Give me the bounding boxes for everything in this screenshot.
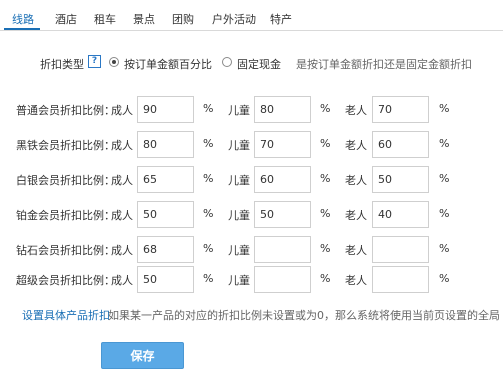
child-label: 儿童 [228, 174, 250, 187]
percent-sign: % [320, 172, 331, 185]
black-iron-child-input[interactable] [254, 131, 311, 158]
row-label-silver: 白银会员折扣比例： [16, 174, 115, 187]
adult-label: 成人 [111, 139, 133, 152]
radio-fixed-cash-label[interactable]: 固定现金 [237, 56, 281, 72]
percent-sign: % [203, 172, 214, 185]
adult-label: 成人 [111, 274, 133, 287]
child-label: 儿童 [228, 244, 250, 257]
percent-sign: % [439, 242, 450, 255]
percent-sign: % [320, 272, 331, 285]
percent-sign: % [439, 207, 450, 220]
platinum-senior-input[interactable] [372, 201, 429, 228]
row-label-black-iron: 黑铁会员折扣比例： [16, 139, 115, 152]
row-label-regular: 普通会员折扣比例： [16, 104, 115, 117]
tab-route[interactable]: 线路 [12, 11, 34, 27]
percent-sign: % [439, 137, 450, 150]
percent-sign: % [439, 102, 450, 115]
percent-sign: % [439, 272, 450, 285]
adult-label: 成人 [111, 104, 133, 117]
super-adult-input[interactable] [137, 266, 194, 293]
radio-fixed-cash[interactable] [222, 57, 232, 67]
percent-sign: % [320, 137, 331, 150]
child-label: 儿童 [228, 209, 250, 222]
adult-label: 成人 [111, 209, 133, 222]
black-iron-adult-input[interactable] [137, 131, 194, 158]
black-iron-senior-input[interactable] [372, 131, 429, 158]
adult-label: 成人 [111, 174, 133, 187]
tab-scenic-spot[interactable]: 景点 [133, 11, 155, 27]
tab-hotel[interactable]: 酒店 [55, 11, 77, 27]
child-label: 儿童 [228, 274, 250, 287]
percent-sign: % [203, 242, 214, 255]
tab-group-buy[interactable]: 团购 [172, 11, 194, 27]
tab-specialty[interactable]: 特产 [270, 11, 292, 27]
percent-sign: % [203, 137, 214, 150]
discount-type-hint: 是按订单金额折扣还是固定金额折扣 [296, 58, 472, 71]
regular-senior-input[interactable] [372, 96, 429, 123]
senior-label: 老人 [345, 139, 367, 152]
senior-label: 老人 [345, 104, 367, 117]
percent-sign: % [203, 207, 214, 220]
silver-adult-input[interactable] [137, 166, 194, 193]
save-button[interactable]: 保存 [101, 342, 184, 369]
active-tab-indicator [4, 28, 40, 30]
tab-car-rental[interactable]: 租车 [94, 11, 116, 27]
diamond-adult-input[interactable] [137, 236, 194, 263]
percent-sign: % [320, 242, 331, 255]
senior-label: 老人 [345, 274, 367, 287]
senior-label: 老人 [345, 174, 367, 187]
percent-sign: % [320, 102, 331, 115]
diamond-senior-input[interactable] [372, 236, 429, 263]
discount-type-label: 折扣类型 [40, 58, 84, 71]
discount-note: 如果某一产品的对应的折扣比例未设置或为0，那么系统将使用当前页设置的全局 [108, 309, 500, 322]
percent-sign: % [320, 207, 331, 220]
percent-sign: % [203, 102, 214, 115]
radio-percent[interactable] [109, 57, 119, 67]
help-icon[interactable]: ? [88, 55, 101, 68]
super-senior-input[interactable] [372, 266, 429, 293]
set-product-discount-link[interactable]: 设置具体产品折扣 [22, 307, 110, 323]
row-label-platinum: 铂金会员折扣比例： [16, 209, 115, 222]
radio-percent-label[interactable]: 按订单金额百分比 [124, 56, 212, 72]
regular-child-input[interactable] [254, 96, 311, 123]
child-label: 儿童 [228, 139, 250, 152]
tab-outdoor-activities[interactable]: 户外活动 [212, 11, 256, 27]
regular-adult-input[interactable] [137, 96, 194, 123]
adult-label: 成人 [111, 244, 133, 257]
diamond-child-input[interactable] [254, 236, 311, 263]
platinum-child-input[interactable] [254, 201, 311, 228]
child-label: 儿童 [228, 104, 250, 117]
row-label-diamond: 钻石会员折扣比例： [16, 244, 115, 257]
platinum-adult-input[interactable] [137, 201, 194, 228]
tab-bar: 线路 酒店 租车 景点 团购 户外活动 特产 [0, 0, 503, 31]
row-label-super: 超级会员折扣比例： [16, 274, 115, 287]
silver-child-input[interactable] [254, 166, 311, 193]
percent-sign: % [203, 272, 214, 285]
silver-senior-input[interactable] [372, 166, 429, 193]
senior-label: 老人 [345, 209, 367, 222]
percent-sign: % [439, 172, 450, 185]
senior-label: 老人 [345, 244, 367, 257]
super-child-input[interactable] [254, 266, 311, 293]
